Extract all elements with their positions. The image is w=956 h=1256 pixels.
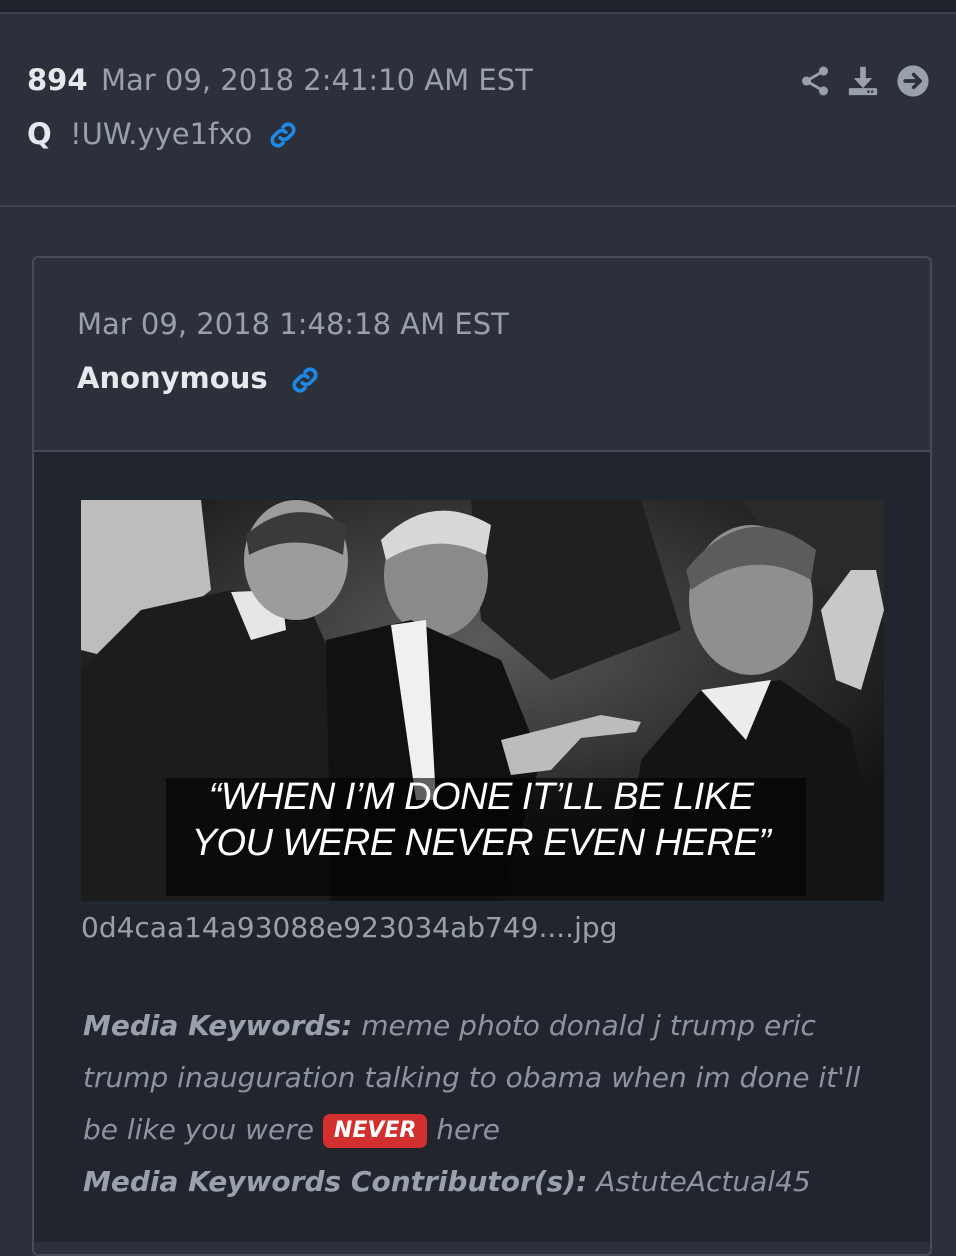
meme-image[interactable]: “WHEN I’M DONE IT’LL BE LIKE YOU WERE NE… [81,500,884,901]
contributors-value: AstuteActual45 [587,1165,811,1198]
header-divider [0,205,956,207]
link-icon[interactable] [266,118,300,152]
post-header [0,14,956,206]
post-number[interactable]: 894 [27,63,88,97]
quoted-post-author: Anonymous [77,361,268,395]
media-keywords-text-end: here [427,1113,500,1146]
highlight-badge: NEVER [322,1114,428,1148]
image-file-name[interactable]: 0d4caa14a93088e923034ab749....jpg [81,911,617,944]
post-tripcode: !UW.yye1fxo [70,117,253,151]
share-icon[interactable] [798,64,832,98]
quoted-post-date: Mar 09, 2018 1:48:18 AM EST [77,307,509,341]
image-caption-line-2: YOU WERE NEVER EVEN HERE” [191,822,771,864]
image-caption-line-1: “WHEN I’M DONE IT’LL BE LIKE [208,776,754,818]
download-icon[interactable] [846,64,880,98]
post-date: Mar 09, 2018 2:41:10 AM EST [101,63,533,97]
media-keywords: Media Keywords: meme photo donald j trum… [83,1000,883,1208]
post-author: Q [27,117,52,151]
link-icon[interactable] [288,363,322,397]
contributors-label: Media Keywords Contributor(s): [83,1165,588,1198]
arrow-right-circle-icon[interactable] [896,64,930,98]
top-bar [0,0,956,12]
media-keywords-label: Media Keywords: [83,1009,353,1042]
